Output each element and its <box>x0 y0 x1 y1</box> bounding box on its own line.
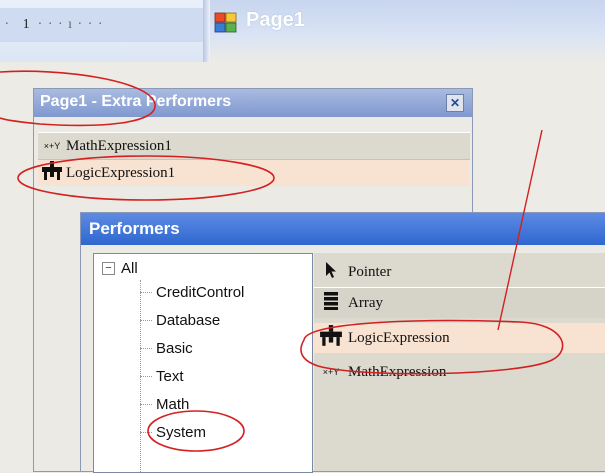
performers-titlebar[interactable]: Performers <box>81 213 605 245</box>
tree-connector <box>140 432 152 433</box>
close-button[interactable]: ✕ <box>446 94 464 112</box>
logic-expression-icon <box>314 324 348 352</box>
collapse-icon[interactable]: − <box>102 262 115 275</box>
close-icon: ✕ <box>449 96 461 110</box>
page-tab[interactable]: Page1 <box>210 0 605 62</box>
list-item-math-expression[interactable]: ×+Y MathExpression <box>314 357 605 387</box>
ruler: · 1 · · · ı · · · <box>0 8 204 42</box>
tree-node-label: System <box>156 424 207 441</box>
list-item-label: Array <box>348 294 383 311</box>
category-tree[interactable]: − All CreditControl Database Basic Text … <box>93 253 313 473</box>
extra-performers-title: Page1 - Extra Performers <box>40 93 232 110</box>
tree-node-label: CreditControl <box>156 284 245 301</box>
logic-expression-icon <box>38 160 66 186</box>
tree-node-all[interactable]: − All <box>102 260 138 277</box>
list-item-label: Pointer <box>348 263 392 280</box>
performer-list[interactable]: Pointer Array LogicExpression ×+Y MathEx… <box>314 253 605 471</box>
tree-node-label: Math <box>156 396 190 413</box>
math-expression-icon: ×+Y <box>43 141 61 151</box>
array-icon <box>314 291 348 316</box>
tree-node-label: All <box>121 260 138 277</box>
math-expression-icon: ×+Y <box>322 367 340 377</box>
tree-connector <box>140 376 152 377</box>
list-item-label: LogicExpression <box>348 329 450 346</box>
tree-node-label: Text <box>156 368 184 385</box>
tree-connector <box>140 292 152 293</box>
tree-connector <box>140 348 152 349</box>
page-title: Page1 <box>246 9 305 31</box>
pointer-icon <box>314 261 348 284</box>
tree-node-text[interactable]: Text <box>140 368 184 385</box>
tree-node-database[interactable]: Database <box>140 312 220 329</box>
performers-title: Performers <box>89 219 180 238</box>
list-item-label: MathExpression1 <box>66 137 172 154</box>
ruler-edge <box>203 0 210 62</box>
tree-node-label: Database <box>156 312 221 329</box>
extra-performers-titlebar[interactable]: Page1 - Extra Performers ✕ <box>34 89 472 117</box>
list-item-math-expression1[interactable]: ×+Y MathExpression1 <box>38 132 470 160</box>
ruler-ticks: · · · ı · · · <box>37 17 104 32</box>
tree-node-label: Basic <box>156 340 193 357</box>
tree-node-creditcontrol[interactable]: CreditControl <box>140 284 244 301</box>
tree-node-basic[interactable]: Basic <box>140 340 193 357</box>
tree-connector <box>140 404 152 405</box>
page-icon <box>214 12 237 33</box>
tree-connector <box>140 320 152 321</box>
list-item-pointer[interactable]: Pointer <box>314 257 605 287</box>
list-item-logic-expression[interactable]: LogicExpression <box>314 323 605 353</box>
list-item-logic-expression1[interactable]: LogicExpression1 <box>38 160 470 186</box>
list-item-array[interactable]: Array <box>314 287 605 318</box>
tree-node-math[interactable]: Math <box>140 396 189 413</box>
list-item-label: MathExpression <box>348 363 447 380</box>
ruler-number: 1 <box>22 17 30 32</box>
tree-node-system[interactable]: System <box>140 424 206 441</box>
ruler-ticks: · <box>0 17 15 32</box>
list-item-label: LogicExpression1 <box>66 164 176 181</box>
performers-panel: Performers − All CreditControl Database … <box>80 212 605 473</box>
